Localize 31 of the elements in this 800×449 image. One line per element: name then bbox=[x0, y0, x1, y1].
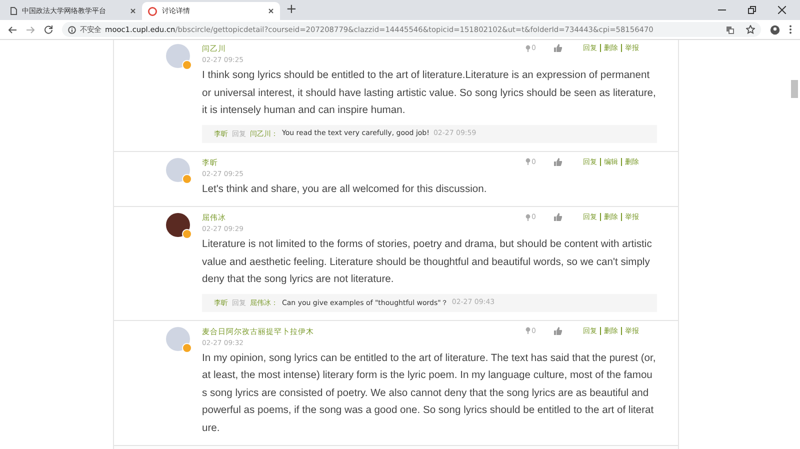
avatar bbox=[166, 158, 190, 182]
thumbs-up-icon[interactable] bbox=[554, 326, 562, 334]
comment-text: I think song lyrics should be entitled to the art of literature.Literature is an expression of permanent or universal interest, it should have lasting artistic value. So song lyrics should be seen as literature, it is intensely human and can inspire human. bbox=[202, 69, 657, 118]
pin-icon bbox=[524, 327, 531, 334]
thumbs-up-icon[interactable] bbox=[554, 158, 562, 166]
comment-text: Let's think and share, you are all welcomed for this discussion. bbox=[202, 182, 488, 196]
star-icon[interactable] bbox=[746, 25, 755, 34]
photo-placeholder bbox=[166, 213, 190, 237]
account-icon[interactable] bbox=[770, 24, 780, 34]
reload-icon[interactable] bbox=[44, 25, 53, 34]
close-icon[interactable] bbox=[130, 8, 136, 14]
back-arrow-icon[interactable] bbox=[8, 26, 17, 34]
pin-icon bbox=[524, 158, 531, 165]
logo-icon bbox=[148, 6, 157, 16]
pin-icon bbox=[524, 214, 531, 220]
translate-icon[interactable] bbox=[726, 26, 734, 34]
close-icon[interactable] bbox=[778, 6, 786, 14]
comment-text: In my opinion, song lyrics can be entitled to the art of literature. The text has said that the purest (or, at least, the most intense) literary form is the lyric poem. In my language culture, most of the famous song lyrics are consisted of poetry. We also cannot deny that the song lyrics are as beautiful and powerful as poems, if the song was a good one. So song lyrics should be entitled to the art of literature. bbox=[202, 352, 657, 436]
avatar bbox=[166, 326, 190, 350]
pin-icon bbox=[524, 44, 531, 52]
menu-icon[interactable] bbox=[789, 25, 792, 34]
scrollbar-thumb[interactable] bbox=[791, 80, 798, 98]
avatar bbox=[166, 44, 190, 68]
document-icon bbox=[10, 7, 17, 15]
thumbs-up-icon[interactable] bbox=[554, 213, 562, 221]
info-icon bbox=[68, 26, 76, 34]
close-icon[interactable] bbox=[268, 8, 274, 14]
new-tab-button[interactable]: + bbox=[286, 2, 297, 17]
comment-text: Literature is not limited to the forms of stories, poetry and drama, but should be content with artistic value and aesthetic feeling. Literature should be thoughtful and beautiful words, so we can't simply deny that the song lyrics are not literature. bbox=[202, 238, 653, 287]
restore-icon[interactable] bbox=[748, 6, 756, 14]
thumbs-up-icon[interactable] bbox=[554, 44, 562, 52]
